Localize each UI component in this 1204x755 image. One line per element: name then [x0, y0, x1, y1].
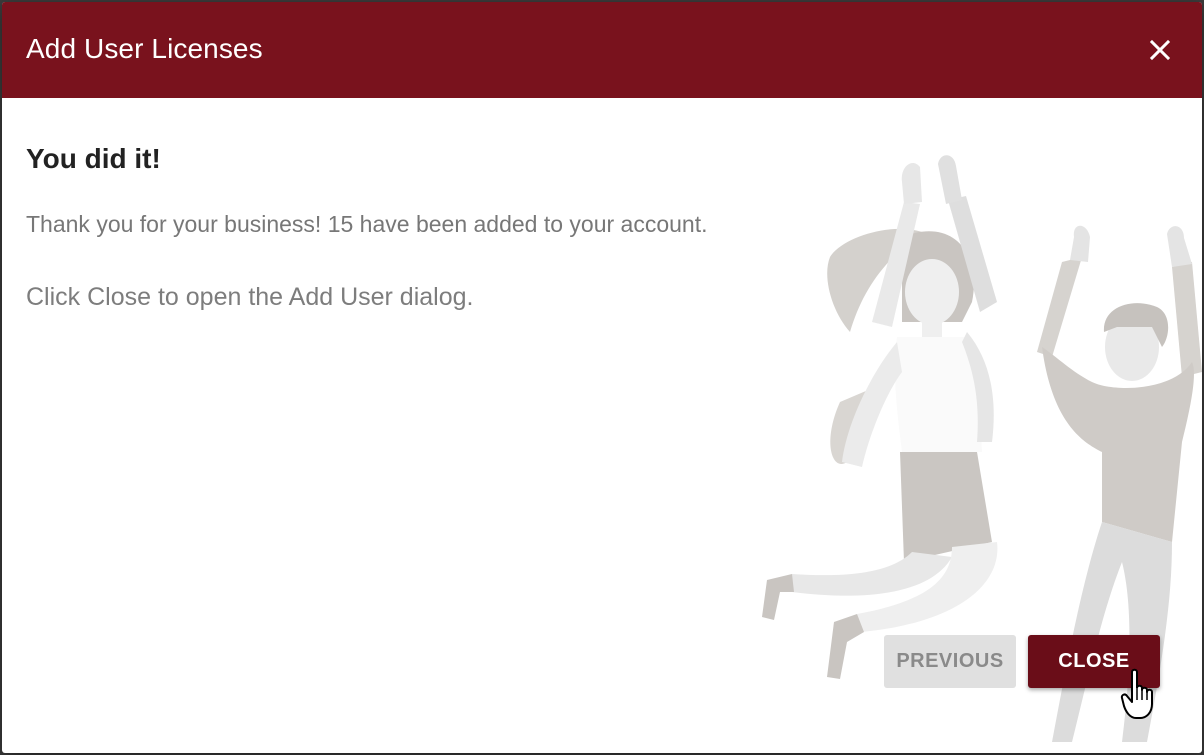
close-button[interactable]: CLOSE — [1028, 635, 1160, 688]
add-user-licenses-dialog: Add User Licenses You did it! Thank you … — [2, 2, 1202, 753]
success-heading: You did it! — [26, 143, 161, 174]
confirmation-message: Thank you for your business! 15 have bee… — [26, 211, 708, 237]
previous-button[interactable]: PREVIOUS — [884, 635, 1016, 688]
dialog-header: Add User Licenses — [2, 2, 1202, 98]
instruction-text: Click Close to open the Add User dialog. — [26, 283, 474, 311]
dialog-title: Add User Licenses — [26, 33, 263, 64]
close-icon[interactable] — [1148, 38, 1172, 62]
